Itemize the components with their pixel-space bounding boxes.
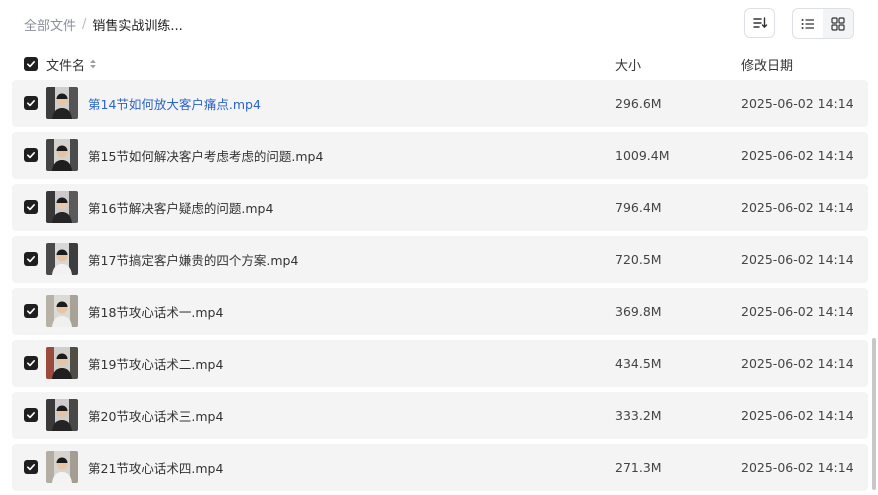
breadcrumb-separator: / bbox=[82, 16, 87, 32]
check-icon bbox=[27, 256, 35, 263]
select-all-checkbox[interactable] bbox=[24, 57, 38, 71]
row-checkbox[interactable] bbox=[24, 408, 38, 422]
file-modified-date: 2025-06-02 14:14 bbox=[741, 460, 854, 475]
check-icon bbox=[27, 464, 35, 471]
file-row[interactable]: 第20节攻心话术三.mp4 333.2M 2025-06-02 14:14 bbox=[12, 392, 868, 439]
vertical-scrollbar[interactable] bbox=[872, 338, 876, 490]
list-view-icon bbox=[801, 18, 814, 29]
video-thumbnail[interactable] bbox=[46, 139, 78, 171]
file-name[interactable]: 第16节解决客户疑虑的问题.mp4 bbox=[88, 184, 273, 231]
file-size: 296.6M bbox=[615, 96, 662, 111]
row-checkbox[interactable] bbox=[24, 460, 38, 474]
sort-toggle-icon bbox=[89, 58, 97, 70]
file-modified-date: 2025-06-02 14:14 bbox=[741, 252, 854, 267]
file-name[interactable]: 第15节如何解决客户考虑考虑的问题.mp4 bbox=[88, 132, 323, 179]
file-name[interactable]: 第19节攻心话术二.mp4 bbox=[88, 340, 223, 387]
row-checkbox[interactable] bbox=[24, 148, 38, 162]
row-checkbox[interactable] bbox=[24, 200, 38, 214]
row-checkbox[interactable] bbox=[24, 356, 38, 370]
list-view-button[interactable] bbox=[793, 9, 823, 38]
check-icon bbox=[27, 204, 35, 211]
file-row[interactable]: 第15节如何解决客户考虑考虑的问题.mp4 1009.4M 2025-06-02… bbox=[12, 132, 868, 179]
file-size: 271.3M bbox=[615, 460, 662, 475]
file-list-header: 文件名 大小 修改日期 bbox=[12, 48, 868, 80]
view-toggle bbox=[792, 8, 854, 39]
file-row[interactable]: 第16节解决客户疑虑的问题.mp4 796.4M 2025-06-02 14:1… bbox=[12, 184, 868, 231]
file-size: 1009.4M bbox=[615, 148, 670, 163]
check-icon bbox=[27, 360, 35, 367]
file-modified-date: 2025-06-02 14:14 bbox=[741, 96, 854, 111]
file-name[interactable]: 第17节搞定客户嫌贵的四个方案.mp4 bbox=[88, 236, 298, 283]
video-thumbnail[interactable] bbox=[46, 87, 78, 119]
check-icon bbox=[27, 100, 35, 107]
column-header-size[interactable]: 大小 bbox=[615, 48, 641, 80]
check-icon bbox=[27, 152, 35, 159]
file-modified-date: 2025-06-02 14:14 bbox=[741, 304, 854, 319]
file-row[interactable]: 第19节攻心话术二.mp4 434.5M 2025-06-02 14:14 bbox=[12, 340, 868, 387]
check-icon bbox=[27, 412, 35, 419]
video-thumbnail[interactable] bbox=[46, 451, 78, 483]
file-modified-date: 2025-06-02 14:14 bbox=[741, 408, 854, 423]
file-name[interactable]: 第18节攻心话术一.mp4 bbox=[88, 288, 223, 335]
video-thumbnail[interactable] bbox=[46, 191, 78, 223]
column-header-name[interactable]: 文件名 bbox=[46, 48, 97, 80]
file-row[interactable]: 第18节攻心话术一.mp4 369.8M 2025-06-02 14:14 bbox=[12, 288, 868, 335]
check-icon bbox=[27, 308, 35, 315]
file-row[interactable]: 第14节如何放大客户痛点.mp4 296.6M 2025-06-02 14:14 bbox=[12, 80, 868, 127]
file-size: 369.8M bbox=[615, 304, 662, 319]
file-modified-date: 2025-06-02 14:14 bbox=[741, 148, 854, 163]
grid-view-icon bbox=[831, 16, 845, 31]
file-size: 720.5M bbox=[615, 252, 662, 267]
sort-descending-icon bbox=[752, 17, 767, 28]
file-name[interactable]: 第14节如何放大客户痛点.mp4 bbox=[88, 80, 261, 127]
file-name[interactable]: 第21节攻心话术四.mp4 bbox=[88, 444, 223, 491]
file-size: 434.5M bbox=[615, 356, 662, 371]
row-checkbox[interactable] bbox=[24, 96, 38, 110]
file-row[interactable]: 第21节攻心话术四.mp4 271.3M 2025-06-02 14:14 bbox=[12, 444, 868, 491]
file-size: 796.4M bbox=[615, 200, 662, 215]
video-thumbnail[interactable] bbox=[46, 399, 78, 431]
check-icon bbox=[27, 61, 35, 68]
row-checkbox[interactable] bbox=[24, 252, 38, 266]
breadcrumb: 全部文件 / 销售实战训练... bbox=[24, 14, 183, 34]
video-thumbnail[interactable] bbox=[46, 243, 78, 275]
grid-view-button[interactable] bbox=[823, 9, 853, 38]
file-row[interactable]: 第17节搞定客户嫌贵的四个方案.mp4 720.5M 2025-06-02 14… bbox=[12, 236, 868, 283]
video-thumbnail[interactable] bbox=[46, 295, 78, 327]
row-checkbox[interactable] bbox=[24, 304, 38, 318]
file-name[interactable]: 第20节攻心话术三.mp4 bbox=[88, 392, 223, 439]
column-header-modified[interactable]: 修改日期 bbox=[741, 48, 793, 80]
sort-button[interactable] bbox=[744, 8, 775, 38]
breadcrumb-root-link[interactable]: 全部文件 bbox=[24, 15, 76, 34]
file-modified-date: 2025-06-02 14:14 bbox=[741, 356, 854, 371]
file-modified-date: 2025-06-02 14:14 bbox=[741, 200, 854, 215]
video-thumbnail[interactable] bbox=[46, 347, 78, 379]
column-header-name-label: 文件名 bbox=[46, 58, 86, 74]
breadcrumb-current: 销售实战训练... bbox=[92, 18, 183, 34]
file-size: 333.2M bbox=[615, 408, 662, 423]
